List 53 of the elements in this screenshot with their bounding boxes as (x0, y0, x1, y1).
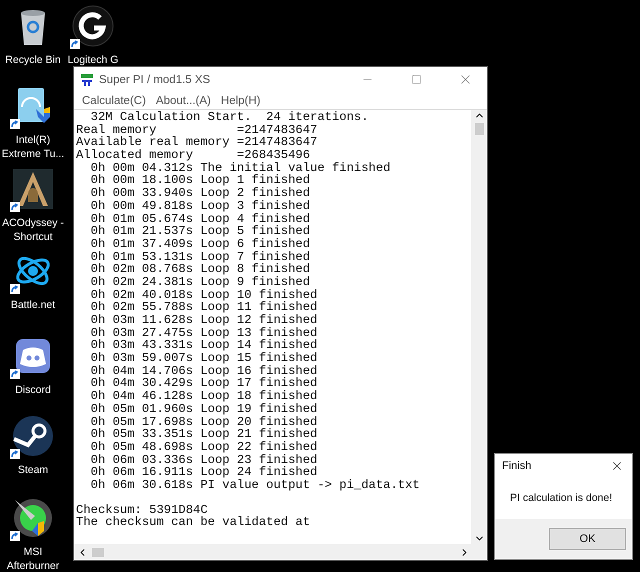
window-title: Super PI / mod1.5 XS (99, 74, 212, 86)
output-line: 0h 06m 30.618s PI value output -> pi_data.txt (90, 478, 421, 492)
output-line: 0h 00m 49.818s Loop 3 finished (90, 200, 312, 212)
output-line: Checksum: 5391D84C (76, 504, 208, 516)
output-line: Allocated memory =268435496 (76, 149, 310, 162)
output-line: 0h 03m 27.475s Loop 13 finished (90, 326, 318, 340)
output-line: 0h 04m 14.706s Loop 16 finished (90, 364, 318, 378)
output-line: 0h 05m 48.698s Loop 22 finished (90, 440, 318, 454)
output-line: 0h 05m 01.960s Loop 19 finished (90, 402, 318, 416)
output-line: 0h 03m 59.007s Loop 15 finished (90, 352, 318, 365)
output-line: 0h 05m 17.698s Loop 20 finished (90, 416, 318, 428)
desktop-icon-label[interactable]: MSI Afterburner (0, 545, 66, 572)
maximize-icon (410, 74, 422, 85)
output-line: 32M Calculation Start. 24 iterations. (90, 111, 370, 124)
desktop-icon-label[interactable]: Steam (0, 463, 66, 477)
desktop-icon-label[interactable]: Discord (0, 383, 66, 397)
helmet-icon (12, 168, 54, 210)
output-line: 0h 03m 11.628s Loop 12 finished (90, 314, 318, 327)
output-line: 0h 06m 16.911s Loop 24 finished (90, 466, 318, 479)
output-line: 0h 04m 46.128s Loop 18 finished (90, 390, 318, 403)
dialog-message: PI calculation is done! (509, 491, 614, 506)
output-line: 0h 02m 24.381s Loop 9 finished (90, 276, 312, 289)
output-line: 0h 01m 53.131s Loop 7 finished (90, 250, 312, 264)
output-line: 0h 04m 30.429s Loop 17 finished (90, 377, 318, 390)
output-line: 0h 02m 08.768s Loop 8 finished (90, 263, 312, 276)
output-line: Available real memory =2147483647 (76, 136, 318, 150)
output-line: 0h 02m 55.788s Loop 11 finished (90, 301, 318, 314)
menu-item[interactable]: Help(H) (216, 94, 265, 106)
scrollbar-thumb[interactable] (92, 548, 104, 556)
output-line: The checksum can be validated at (76, 516, 312, 529)
scrollbar-thumb[interactable] (474, 123, 484, 135)
desktop-icon-label[interactable]: Battle.net (0, 298, 66, 312)
app-icon (80, 72, 94, 86)
menu-item[interactable]: Calculate(C) (78, 94, 150, 106)
output-line: 0h 01m 37.409s Loop 6 finished (90, 238, 312, 251)
ok-button[interactable]: OK (549, 528, 626, 550)
output-line: 0h 03m 43.331s Loop 14 finished (90, 339, 318, 352)
output-line: 0h 02m 40.018s Loop 10 finished (90, 288, 318, 302)
piston-icon (12, 415, 54, 457)
orb-icon (12, 497, 54, 539)
menu-item[interactable]: About...(A) (152, 94, 215, 106)
dialog-title: Finish (502, 460, 532, 472)
ring-icon (72, 5, 114, 47)
desktop-icon-label[interactable]: ACOdyssey - Shortcut (0, 216, 66, 244)
desktop-icon-label[interactable]: Intel(R) Extreme Tu... (0, 133, 66, 161)
output-line: 0h 01m 21.537s Loop 5 finished (90, 225, 312, 238)
output-line: 0h 00m 18.100s Loop 1 finished (90, 174, 312, 188)
output-line: 0h 00m 33.940s Loop 2 finished (90, 187, 312, 200)
output-line: 0h 05m 33.351s Loop 21 finished (90, 428, 318, 441)
output-line: Real memory =2147483647 (76, 124, 318, 136)
output-line: 0h 06m 03.336s Loop 23 finished (90, 454, 318, 466)
output-line: 0h 01m 05.674s Loop 4 finished (90, 212, 312, 226)
output-line: 0h 00m 04.312s The initial value finished (90, 162, 392, 174)
